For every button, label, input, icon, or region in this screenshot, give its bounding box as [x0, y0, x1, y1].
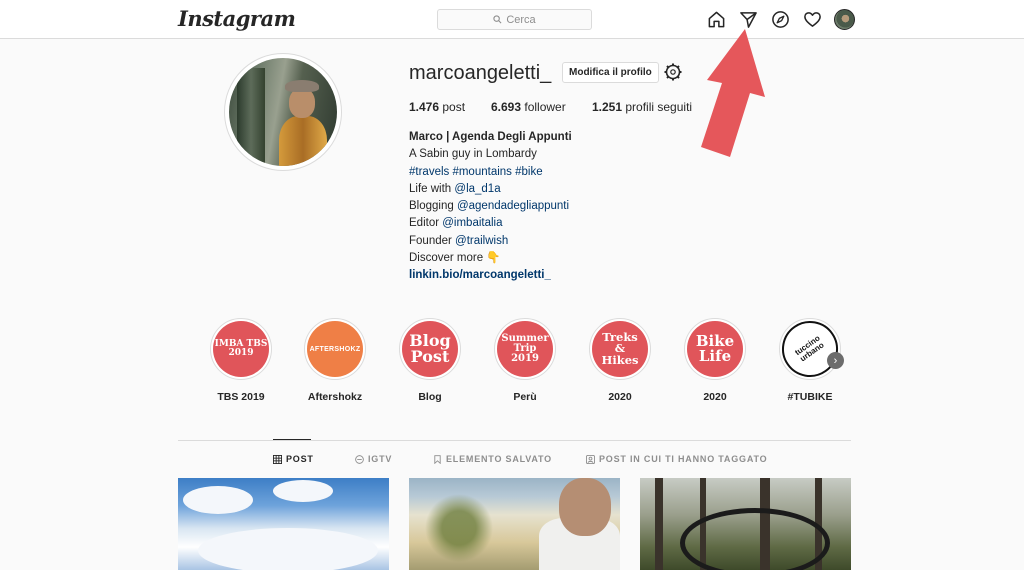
bio-line: A Sabin guy in Lombardy [409, 148, 537, 161]
avatar-thumbnail [834, 9, 855, 30]
highlight-cover: AFTERSHOKZ [307, 321, 363, 377]
settings-gear-icon[interactable] [663, 62, 683, 82]
red-arrow-annotation [701, 29, 765, 157]
highlight-label: 2020 [703, 391, 727, 403]
igtv-icon [355, 454, 364, 464]
post-thumbnail[interactable] [178, 478, 389, 570]
bio-founder-line: Founder @trailwish [409, 233, 572, 250]
highlight-label: 2020 [608, 391, 632, 403]
posts-count: 1.476 post [409, 100, 465, 114]
instagram-logo[interactable]: Instagram [178, 6, 296, 31]
highlight-cover: Blog Post [402, 321, 458, 377]
search-placeholder: Cerca [506, 13, 536, 26]
bio-life-line: Life with @la_d1a [409, 181, 572, 198]
search-icon [493, 15, 502, 24]
profile-avatar[interactable] [224, 53, 342, 171]
tab-saved[interactable]: ELEMENTO SALVATO [433, 454, 552, 464]
tabs-divider [178, 440, 851, 441]
highlight-item[interactable]: IMBA TBS 2019 TBS 2019 [205, 318, 277, 403]
highlight-cover: Treks & Hikes [592, 321, 648, 377]
activity-heart-icon[interactable] [802, 9, 823, 30]
followers-count[interactable]: 6.693 follower [491, 100, 566, 114]
profile-username: marcoangeletti_ [409, 62, 552, 84]
bio-blogging-prefix: Blogging [409, 200, 457, 213]
bio-discover-line: Discover more 👇 [409, 252, 501, 265]
highlight-item[interactable]: Bike Life 2020 [679, 318, 751, 403]
highlight-cover: IMBA TBS 2019 [213, 321, 269, 377]
highlight-item[interactable]: Summer Trip 2019 Perù [489, 318, 561, 403]
active-tab-indicator [273, 439, 311, 440]
highlight-item[interactable]: Blog Post Blog [394, 318, 466, 403]
posts-count-value: 1.476 [409, 100, 440, 114]
bio-editor-prefix: Editor [409, 217, 443, 230]
highlight-label: TBS 2019 [217, 391, 265, 403]
highlight-label: Perù [513, 391, 537, 403]
profile-avatar-small[interactable] [834, 9, 855, 30]
post-thumbnail[interactable] [409, 478, 620, 570]
highlight-label: Blog [418, 391, 442, 403]
top-navigation-bar: Instagram Cerca [0, 0, 1024, 39]
bio-editor-mention[interactable]: @imbaitalia [442, 217, 502, 229]
following-count-label: profili seguiti [625, 100, 693, 114]
highlight-label: Aftershokz [307, 391, 363, 403]
explore-compass-icon[interactable] [770, 9, 791, 30]
tab-igtv[interactable]: IGTV [355, 454, 392, 464]
bio-blogging-mention[interactable]: @agendadegliappunti [457, 200, 569, 212]
following-count-value: 1.251 [592, 100, 623, 114]
tab-igtv-label: IGTV [368, 454, 393, 464]
bio-editor-line: Editor @imbaitalia [409, 215, 572, 232]
bio-blogging-line: Blogging @agendadegliappunti [409, 198, 572, 215]
tab-tagged-label: POST IN CUI TI HANNO TAGGATO [599, 454, 768, 464]
edit-profile-button[interactable]: Modifica il profilo [562, 62, 659, 83]
followers-count-label: follower [524, 100, 566, 114]
highlight-item[interactable]: AFTERSHOKZ Aftershokz [299, 318, 371, 403]
profile-photo [229, 58, 337, 166]
tab-posts[interactable]: POST [273, 454, 314, 464]
bio-full-name: Marco | Agenda Degli Appunti [409, 131, 572, 143]
followers-count-value: 6.693 [491, 100, 522, 114]
search-input[interactable]: Cerca [437, 9, 592, 30]
bio-founder-prefix: Founder [409, 234, 456, 247]
bookmark-icon [434, 454, 441, 464]
bio-life-prefix: Life with [409, 182, 455, 195]
tab-posts-label: POST [286, 454, 314, 464]
posts-count-label: post [442, 100, 466, 114]
tagged-user-icon [586, 454, 595, 464]
grid-icon [273, 454, 282, 464]
story-highlights: IMBA TBS 2019 TBS 2019 AFTERSHOKZ Afters… [205, 310, 855, 408]
post-thumbnail[interactable] [640, 478, 851, 570]
tab-saved-label: ELEMENTO SALVATO [446, 454, 552, 464]
following-count[interactable]: 1.251 profili seguiti [592, 100, 692, 114]
highlight-cover: Summer Trip 2019 [497, 321, 553, 377]
chevron-right-icon[interactable]: › [827, 352, 844, 369]
bio-founder-mention[interactable]: @trailwish [455, 235, 508, 247]
highlight-cover: Bike Life [687, 321, 743, 377]
bio-hashtags[interactable]: #travels #mountains #bike [409, 164, 572, 181]
bio-life-mention[interactable]: @la_d1a [454, 183, 500, 195]
bio-website-link[interactable]: linkin.bio/marcoangeletti_ [409, 267, 572, 284]
highlight-label: #TUBIKE [787, 391, 833, 403]
highlight-cover: tuccino urbano [771, 310, 849, 388]
profile-bio: Marco | Agenda Degli Appunti A Sabin guy… [409, 129, 572, 285]
tab-tagged[interactable]: POST IN CUI TI HANNO TAGGATO [586, 454, 767, 464]
highlight-item[interactable]: Treks & Hikes 2020 [584, 318, 656, 403]
